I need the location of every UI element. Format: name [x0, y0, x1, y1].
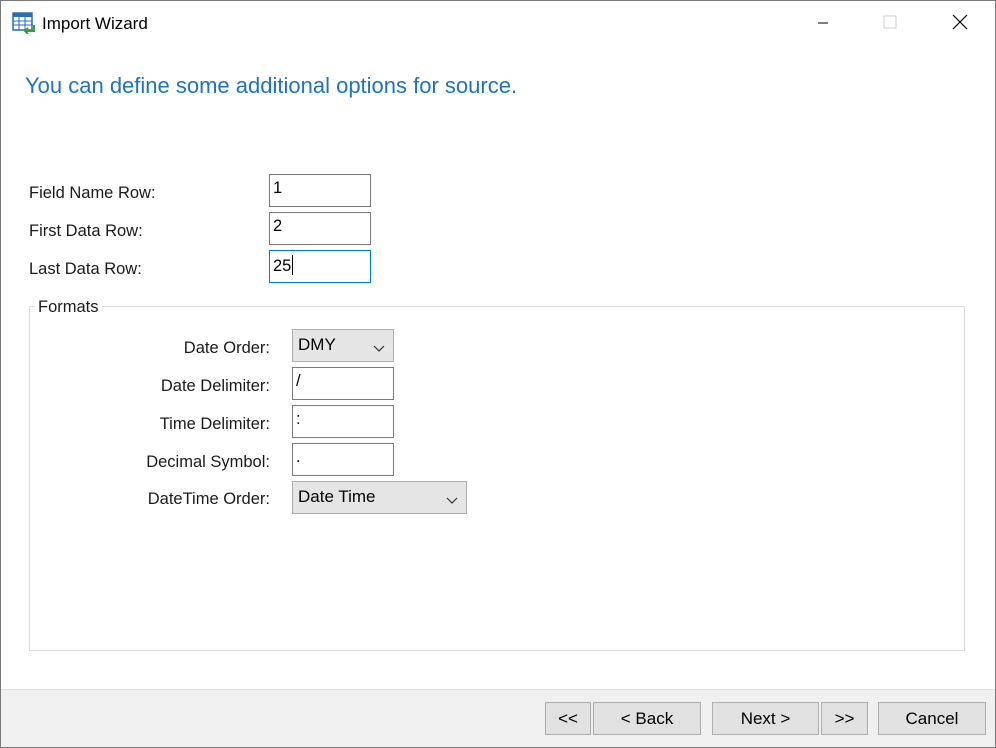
decimal-symbol-input[interactable]: .: [292, 443, 394, 476]
page-heading: You can define some additional options f…: [25, 73, 518, 98]
date-order-select[interactable]: DMY: [292, 329, 394, 362]
table-import-icon: [12, 12, 36, 35]
text-caret: [292, 255, 294, 275]
field-name-row-input[interactable]: 1: [269, 174, 371, 207]
last-page-button[interactable]: >>: [821, 702, 868, 735]
decimal-symbol-label: Decimal Symbol:: [146, 453, 270, 471]
field-name-row-value: 1: [273, 179, 283, 197]
wizard-footer: << < Back Next > >> Cancel: [1, 689, 995, 747]
first-data-row-label: First Data Row:: [29, 222, 143, 240]
time-delimiter-input[interactable]: :: [292, 405, 394, 438]
formats-group-title: Formats: [35, 298, 102, 317]
chevron-down-icon: [373, 339, 385, 352]
time-delimiter-label: Time Delimiter:: [159, 415, 270, 433]
date-order-label: Date Order:: [183, 339, 270, 357]
last-page-button-label: >>: [834, 708, 855, 728]
next-button-label: Next >: [740, 708, 791, 728]
close-icon: [952, 14, 968, 35]
last-data-row-label: Last Data Row:: [29, 260, 142, 278]
back-button[interactable]: < Back: [593, 702, 701, 735]
datetime-order-label: DateTime Order:: [147, 490, 270, 508]
date-delimiter-input[interactable]: /: [292, 367, 394, 400]
last-data-row-value: 25: [273, 257, 292, 275]
maximize-icon: [883, 14, 897, 34]
window-title: Import Wizard: [42, 14, 148, 33]
close-button[interactable]: [925, 1, 995, 47]
first-page-button[interactable]: <<: [545, 702, 591, 735]
cancel-button-label: Cancel: [905, 708, 959, 728]
date-order-value: DMY: [298, 335, 336, 354]
date-delimiter-label: Date Delimiter:: [160, 377, 270, 395]
chevron-down-icon: [446, 491, 458, 504]
field-name-row-label: Field Name Row:: [29, 184, 156, 202]
back-button-label: < Back: [620, 708, 674, 728]
time-delimiter-value: :: [296, 410, 301, 428]
minimize-button[interactable]: [788, 1, 858, 47]
first-data-row-value: 2: [273, 217, 283, 235]
date-delimiter-value: /: [296, 372, 301, 390]
next-button[interactable]: Next >: [712, 702, 819, 735]
last-data-row-input[interactable]: 25: [269, 250, 371, 283]
maximize-button: [855, 1, 925, 47]
datetime-order-value: Date Time: [298, 487, 376, 506]
import-wizard-window: Import Wizard You can define some additi…: [0, 0, 996, 748]
first-page-button-label: <<: [558, 708, 578, 728]
datetime-order-select[interactable]: Date Time: [292, 481, 467, 514]
cancel-button[interactable]: Cancel: [878, 702, 986, 735]
first-data-row-input[interactable]: 2: [269, 212, 371, 245]
decimal-symbol-value: .: [296, 448, 301, 466]
minimize-icon: [817, 14, 829, 34]
title-bar: Import Wizard: [1, 1, 995, 47]
